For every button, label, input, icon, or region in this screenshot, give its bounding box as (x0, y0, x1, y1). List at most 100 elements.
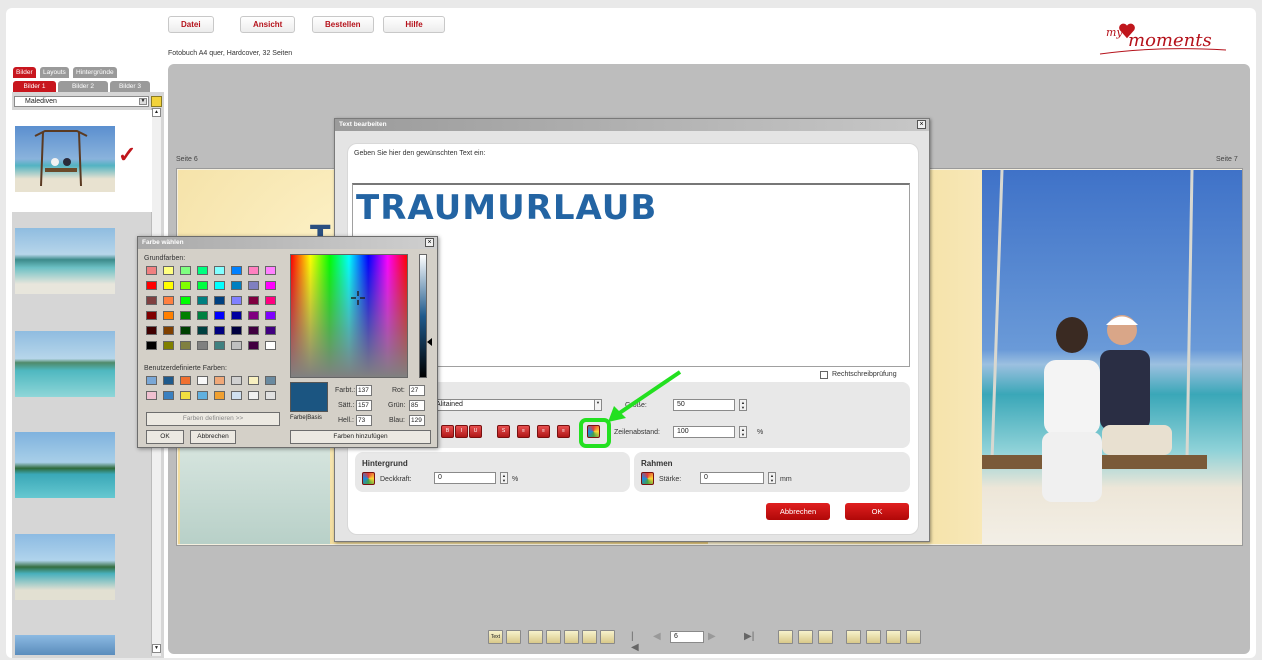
align-center-button[interactable]: ≡ (537, 425, 550, 438)
color-swatch[interactable] (163, 391, 174, 400)
crop-icon[interactable] (818, 630, 833, 644)
frame-strength-stepper[interactable]: ▲ ▼ (768, 472, 776, 484)
color-swatch[interactable] (180, 296, 191, 305)
color-swatch[interactable] (146, 281, 157, 290)
color-swatch[interactable] (248, 311, 259, 320)
image-tool-icon[interactable] (506, 630, 521, 644)
beach-chair-image[interactable] (180, 440, 330, 544)
color-swatch[interactable] (197, 296, 208, 305)
color-swatch[interactable] (163, 266, 174, 275)
tab-bilder[interactable]: Bilder (13, 67, 36, 78)
color-swatch[interactable] (265, 326, 276, 335)
color-swatch[interactable] (180, 266, 191, 275)
color-swatch[interactable] (214, 266, 225, 275)
page-number-input[interactable]: 6 (670, 631, 704, 643)
underline-button[interactable]: U (469, 425, 482, 438)
text-tool-icon[interactable]: Text (488, 630, 503, 644)
frame-color-icon[interactable] (641, 472, 654, 485)
ok-button[interactable]: OK (845, 503, 909, 520)
color-spectrum[interactable] (290, 254, 408, 378)
color-swatch[interactable] (146, 296, 157, 305)
green-input[interactable]: 85 (409, 400, 425, 411)
first-page-icon[interactable]: |◀ (631, 631, 639, 653)
color-swatch[interactable] (248, 266, 259, 275)
cancel-button[interactable]: Abbrechen (766, 503, 830, 520)
close-icon[interactable]: × (425, 238, 434, 247)
folder-icon[interactable] (151, 96, 162, 107)
arrange-icon[interactable] (866, 630, 881, 644)
send-back-icon[interactable] (906, 630, 921, 644)
thumbnail-image[interactable] (15, 126, 115, 192)
color-swatch[interactable] (214, 326, 225, 335)
color-cancel-button[interactable]: Abbrechen (190, 430, 236, 444)
opacity-stepper[interactable]: ▲ ▼ (500, 472, 508, 484)
color-swatch[interactable] (231, 266, 242, 275)
color-swatch[interactable] (265, 341, 276, 350)
color-swatch[interactable] (146, 311, 157, 320)
luminance-slider[interactable] (419, 254, 427, 378)
color-swatch[interactable] (146, 326, 157, 335)
view-grid-icon[interactable] (778, 630, 793, 644)
last-page-icon[interactable]: ▶| (744, 631, 754, 642)
color-swatch[interactable] (163, 311, 174, 320)
color-swatch[interactable] (197, 376, 208, 385)
color-swatch[interactable] (180, 311, 191, 320)
define-colors-button[interactable]: Farben definieren >> (146, 412, 280, 426)
color-swatch[interactable] (146, 391, 157, 400)
color-ok-button[interactable]: OK (146, 430, 184, 444)
thumbnail-image[interactable] (15, 228, 115, 294)
thumbnail-image[interactable] (15, 534, 115, 600)
color-swatch[interactable] (163, 376, 174, 385)
menu-ansicht[interactable]: Ansicht (240, 16, 296, 33)
settings-tool-icon[interactable] (528, 630, 543, 644)
color-swatch[interactable] (214, 311, 225, 320)
couple-photo[interactable] (982, 170, 1242, 544)
color-swatch[interactable] (248, 391, 259, 400)
color-swatch[interactable] (180, 391, 191, 400)
thumbnail-image[interactable] (15, 635, 115, 655)
thumbnail-image[interactable] (15, 331, 115, 397)
album-select[interactable]: Malediven ▼ (14, 96, 149, 107)
color-swatch[interactable] (197, 391, 208, 400)
color-swatch[interactable] (163, 296, 174, 305)
layout-tool-icon[interactable] (546, 630, 561, 644)
subtab-bilder-3[interactable]: Bilder 3 (110, 81, 150, 92)
bring-front-icon[interactable] (886, 630, 901, 644)
color-swatch[interactable] (197, 311, 208, 320)
color-swatch[interactable] (197, 266, 208, 275)
color-swatch[interactable] (180, 281, 191, 290)
size-stepper[interactable]: ▲ ▼ (739, 399, 747, 411)
color-swatch[interactable] (180, 376, 191, 385)
align-left-button[interactable]: ≡ (517, 425, 530, 438)
color-swatch[interactable] (248, 341, 259, 350)
next-page-icon[interactable]: ▶ (708, 631, 716, 642)
add-color-button[interactable]: Farben hinzufügen (290, 430, 431, 444)
color-swatch[interactable] (180, 326, 191, 335)
thumbnail-image[interactable] (15, 432, 115, 498)
color-swatch[interactable] (265, 281, 276, 290)
color-swatch[interactable] (231, 296, 242, 305)
color-swatch[interactable] (231, 311, 242, 320)
prev-page-icon[interactable]: ◀ (653, 631, 661, 642)
blue-input[interactable]: 129 (409, 415, 425, 426)
color-swatch[interactable] (248, 281, 259, 290)
color-swatch[interactable] (146, 341, 157, 350)
bold-button[interactable]: B (441, 425, 454, 438)
color-swatch[interactable] (231, 281, 242, 290)
color-swatch[interactable] (265, 311, 276, 320)
color-swatch[interactable] (197, 341, 208, 350)
line-spacing-stepper[interactable]: ▲ ▼ (739, 426, 747, 438)
color-swatch[interactable] (214, 376, 225, 385)
menu-bestellen[interactable]: Bestellen (312, 16, 374, 33)
draw-icon[interactable] (798, 630, 813, 644)
color-swatch[interactable] (248, 296, 259, 305)
color-swatch[interactable] (214, 341, 225, 350)
sat-input[interactable]: 157 (356, 400, 372, 411)
luminance-pointer-icon[interactable] (427, 338, 432, 346)
spellcheck-checkbox[interactable] (820, 371, 828, 379)
color-swatch[interactable] (231, 341, 242, 350)
font-select[interactable]: Alitained (432, 399, 602, 411)
hue-input[interactable]: 137 (356, 385, 372, 396)
delete-tool-icon[interactable] (600, 630, 615, 644)
frame-strength-input[interactable]: 0 (700, 472, 764, 484)
